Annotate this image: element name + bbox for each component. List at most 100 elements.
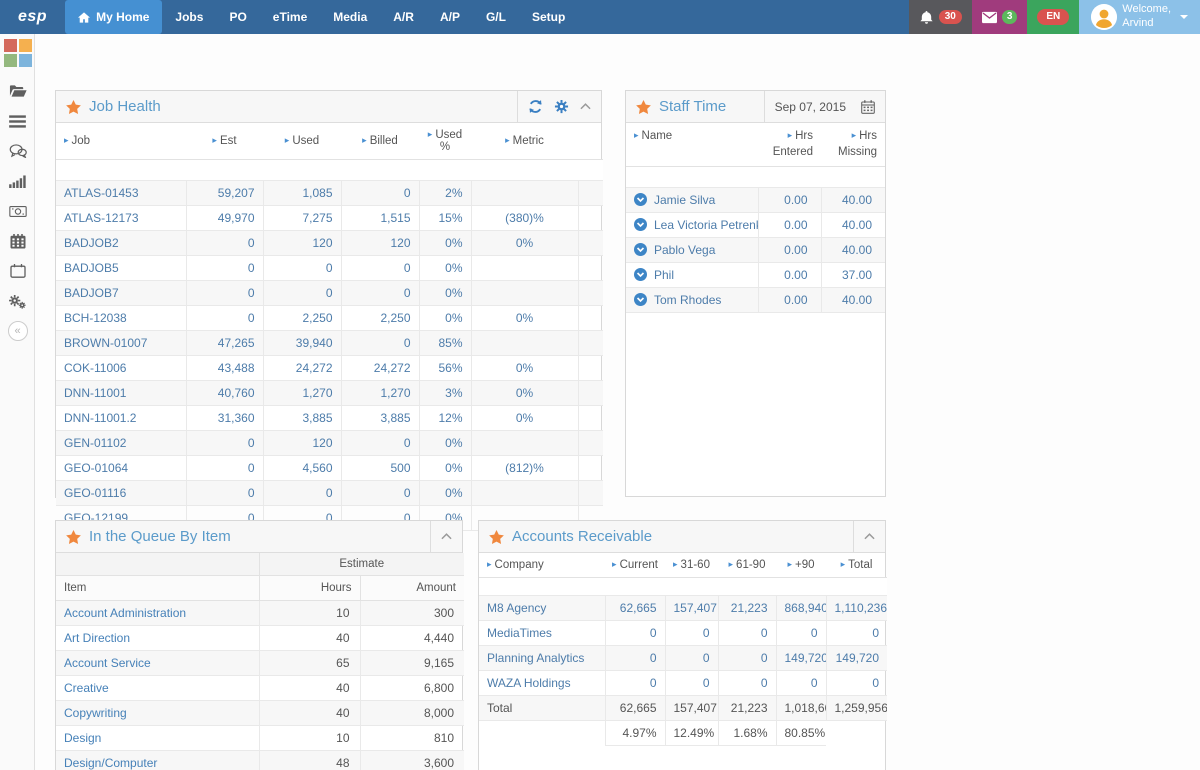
- column-header-est[interactable]: ▸ Est: [186, 123, 263, 160]
- bar-chart-icon[interactable]: [0, 166, 35, 196]
- nav-item-po[interactable]: PO: [216, 0, 259, 34]
- collapse-icon[interactable]: [864, 533, 875, 540]
- column-header-current[interactable]: ▸ Current: [605, 553, 665, 578]
- job-link[interactable]: DNN-11001: [56, 380, 186, 406]
- language-button[interactable]: EN: [1027, 0, 1080, 34]
- calendar-icon[interactable]: [861, 99, 875, 114]
- chevron-circle-down-icon[interactable]: [634, 218, 647, 232]
- value-cell: 48: [258, 750, 360, 770]
- column-header-metric[interactable]: ▸ Metric: [471, 123, 578, 160]
- job-link[interactable]: DNN-11001.2: [56, 405, 186, 431]
- company-link[interactable]: WAZA Holdings: [479, 670, 605, 696]
- job-link[interactable]: BADJOB5: [56, 255, 186, 281]
- gear-icon[interactable]: [554, 99, 569, 114]
- chevron-circle-down-icon[interactable]: [634, 268, 647, 282]
- star-icon[interactable]: [66, 99, 81, 114]
- item-link[interactable]: Account Service: [56, 650, 259, 676]
- nav-item-etime[interactable]: eTime: [260, 0, 320, 34]
- user-menu[interactable]: Welcome, Arvind: [1079, 0, 1200, 34]
- job-link[interactable]: BCH-12038: [56, 305, 186, 331]
- job-link[interactable]: GEN-01102: [56, 430, 186, 456]
- value-cell: 0%: [418, 480, 471, 506]
- messages-button[interactable]: 3: [971, 0, 1028, 34]
- date-value[interactable]: Sep 07, 2015: [775, 100, 850, 114]
- collapse-icon[interactable]: [580, 103, 591, 110]
- value-cell: 0: [664, 670, 718, 696]
- calendar-filled-icon[interactable]: [0, 226, 35, 256]
- sidebar-collapse-button[interactable]: «: [0, 316, 35, 346]
- column-header-amount[interactable]: Amount: [359, 575, 464, 601]
- list-icon[interactable]: [0, 106, 35, 136]
- chevron-circle-down-icon[interactable]: [634, 193, 647, 207]
- column-header-billed[interactable]: ▸ Billed: [341, 123, 419, 160]
- nav-item-setup[interactable]: Setup: [519, 0, 578, 34]
- value-cell: 0%: [470, 230, 578, 256]
- nav-item-a-p[interactable]: A/P: [427, 0, 473, 34]
- column-header-61-90[interactable]: ▸ 61-90: [718, 553, 776, 578]
- collapse-icon[interactable]: [441, 533, 452, 540]
- job-link[interactable]: COK-11006: [56, 355, 186, 381]
- item-link[interactable]: Account Administration: [56, 600, 259, 626]
- table-row: BADJOB2 0 120 120 0% 0%: [56, 230, 603, 256]
- company-link[interactable]: Planning Analytics: [479, 645, 605, 671]
- table-row: ATLAS-01453 59,207 1,085 0 2%: [56, 180, 603, 206]
- staff-name-link[interactable]: Jamie Silva: [626, 187, 758, 214]
- job-link[interactable]: BADJOB7: [56, 280, 186, 306]
- job-link[interactable]: GEO-01116: [56, 480, 186, 506]
- column-header-job[interactable]: ▸ Job: [56, 123, 186, 160]
- job-link[interactable]: BADJOB2: [56, 230, 186, 256]
- home-icon: [78, 11, 91, 23]
- column-header--90[interactable]: ▸ +90: [776, 553, 826, 578]
- apps-grid-icon[interactable]: [0, 38, 35, 68]
- spacer-row: [56, 159, 603, 181]
- item-link[interactable]: Art Direction: [56, 625, 259, 651]
- nav-item-g-l[interactable]: G/L: [473, 0, 519, 34]
- nav-item-media[interactable]: Media: [320, 0, 380, 34]
- star-icon[interactable]: [489, 529, 504, 544]
- job-link[interactable]: GEO-01064: [56, 455, 186, 481]
- notifications-button[interactable]: 30: [908, 0, 972, 34]
- gears-icon[interactable]: [0, 286, 35, 316]
- chat-icon[interactable]: [0, 136, 35, 166]
- job-link[interactable]: BROWN-01007: [56, 330, 186, 356]
- table-row: ATLAS-12173 49,970 7,275 1,515 15% (380)%: [56, 205, 603, 231]
- refresh-icon[interactable]: [528, 99, 543, 114]
- star-icon[interactable]: [66, 529, 81, 544]
- staff-name-link[interactable]: Pablo Vega: [626, 237, 758, 264]
- column-header-name[interactable]: ▸ Name: [626, 123, 758, 168]
- company-link[interactable]: M8 Agency: [479, 595, 605, 621]
- job-link[interactable]: ATLAS-01453: [56, 180, 186, 206]
- value-cell: [470, 330, 578, 356]
- star-icon[interactable]: [636, 99, 651, 114]
- column-header-total[interactable]: ▸ Total: [826, 553, 887, 578]
- item-link[interactable]: Design/Computer: [56, 750, 259, 770]
- staff-name-link[interactable]: Phil: [626, 262, 758, 289]
- column-header-item[interactable]: Item: [56, 575, 259, 601]
- job-link[interactable]: ATLAS-12173: [56, 205, 186, 231]
- calendar-icon[interactable]: [0, 256, 35, 286]
- column-header-31-60[interactable]: ▸ 31-60: [665, 553, 718, 578]
- chevron-circle-down-icon[interactable]: [634, 243, 647, 257]
- value-cell: 40.00: [820, 237, 885, 264]
- value-cell: 62,665: [604, 695, 665, 721]
- column-header-hrs-entered[interactable]: ▸ Hrs Entered: [758, 123, 821, 168]
- column-header-used[interactable]: ▸ Used: [263, 123, 341, 160]
- staff-name-link[interactable]: Lea Victoria Petrenko: [626, 212, 758, 239]
- money-icon[interactable]: [0, 196, 35, 226]
- nav-item-my-home[interactable]: My Home: [65, 0, 163, 34]
- column-header-hours[interactable]: Hours: [258, 575, 360, 601]
- item-link[interactable]: Creative: [56, 675, 259, 701]
- nav-item-jobs[interactable]: Jobs: [162, 0, 216, 34]
- nav-item-a-r[interactable]: A/R: [380, 0, 427, 34]
- column-header-hrs-missing[interactable]: ▸ Hrs Missing: [821, 123, 885, 168]
- column-header-company[interactable]: ▸ Company: [479, 553, 605, 578]
- column-header-used-[interactable]: ▸ Used %: [419, 123, 471, 160]
- item-link[interactable]: Design: [56, 725, 259, 751]
- company-link[interactable]: MediaTimes: [479, 620, 605, 646]
- brand-logo[interactable]: esp: [0, 0, 65, 34]
- chevron-circle-down-icon[interactable]: [634, 293, 647, 307]
- table-row: Tom Rhodes 0.00 40.00: [626, 287, 885, 314]
- staff-name-link[interactable]: Tom Rhodes: [626, 287, 758, 314]
- folder-open-icon[interactable]: [0, 76, 35, 106]
- item-link[interactable]: Copywriting: [56, 700, 259, 726]
